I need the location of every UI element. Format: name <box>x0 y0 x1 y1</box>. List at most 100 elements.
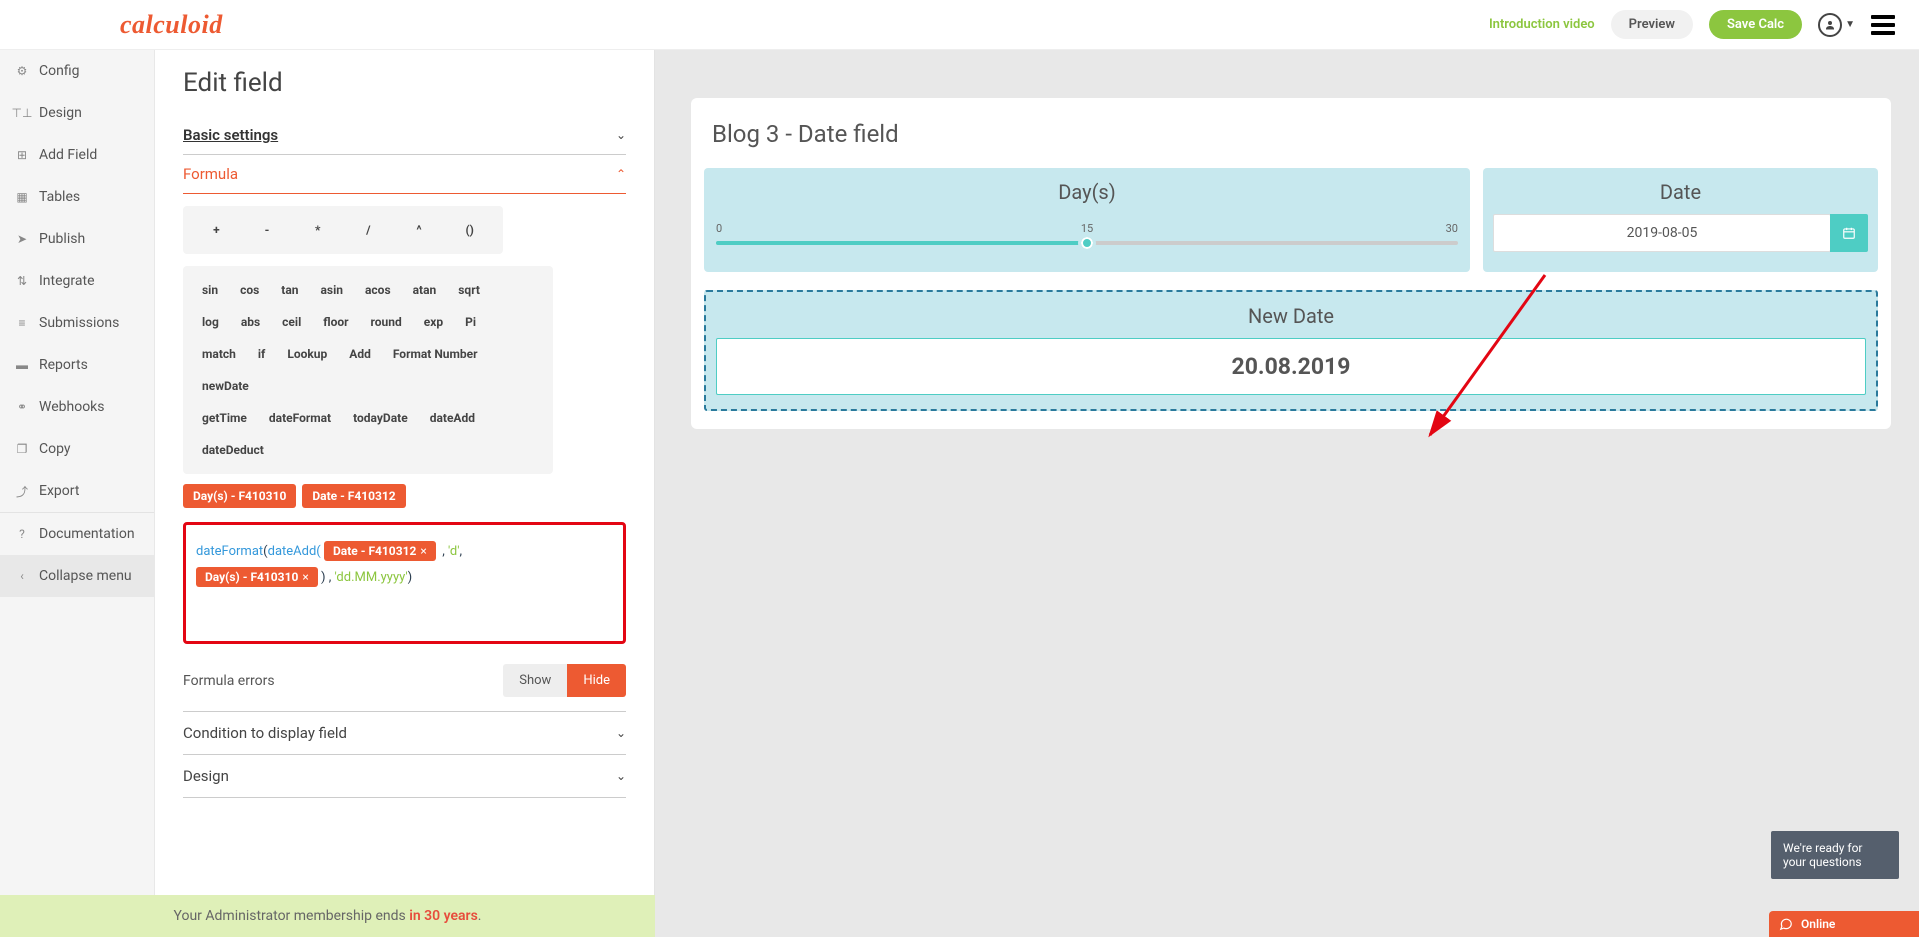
days-slider[interactable]: 0 15 30 <box>714 214 1460 245</box>
sidebar-item-webhooks[interactable]: ⚭ Webhooks <box>0 386 154 428</box>
avatar-icon <box>1818 13 1842 37</box>
sidebar-item-label: Copy <box>39 441 71 457</box>
sidebar-item-label: Webhooks <box>39 399 105 415</box>
content-area: Edit field Basic settings ⌄ Formula ⌃ + … <box>155 50 1919 937</box>
op-fn[interactable]: newDate <box>191 370 260 402</box>
menu-icon[interactable] <box>1871 15 1895 35</box>
field-tag-date[interactable]: Date - F410312 <box>302 484 405 508</box>
sidebar-item-config[interactable]: ⚙Config <box>0 50 154 92</box>
sidebar-item-submissions[interactable]: ≡Submissions <box>0 302 154 344</box>
op-fn[interactable]: ceil <box>271 306 312 338</box>
calc-title: Blog 3 - Date field <box>712 120 1878 148</box>
op-fn[interactable]: atan <box>402 274 448 306</box>
op-fn[interactable]: todayDate <box>342 402 419 434</box>
op-fn[interactable]: abs <box>230 306 271 338</box>
days-field: Day(s) 0 15 30 <box>704 168 1470 272</box>
sidebar-item-add-field[interactable]: ⊞Add Field <box>0 134 154 176</box>
operator-toolbox: + - * / ^ () <box>183 206 503 254</box>
op-fn[interactable]: dateDeduct <box>191 434 275 466</box>
op-plus[interactable]: + <box>191 214 242 246</box>
chat-widget[interactable]: Online <box>1769 911 1919 937</box>
new-date-field[interactable]: New Date 20.08.2019 <box>704 290 1878 411</box>
sidebar-item-label: Add Field <box>39 147 97 163</box>
sidebar-item-copy[interactable]: ❐ Copy <box>0 428 154 470</box>
formula-chip-days[interactable]: Day(s) - F410310× <box>196 567 318 587</box>
op-divide[interactable]: / <box>343 214 394 246</box>
sidebar-item-tables[interactable]: ▦Tables <box>0 176 154 218</box>
op-fn[interactable]: match <box>191 338 247 370</box>
app-logo[interactable]: calculoid <box>120 10 223 40</box>
show-errors-button[interactable]: Show <box>503 664 567 697</box>
op-power[interactable]: ^ <box>394 214 445 246</box>
op-fn[interactable]: Lookup <box>276 338 338 370</box>
export-icon: ⤴ <box>15 484 29 498</box>
op-fn[interactable]: tan <box>270 274 309 306</box>
intro-video-link[interactable]: Introduction video <box>1489 17 1595 32</box>
new-date-value: 20.08.2019 <box>716 338 1866 395</box>
op-fn[interactable]: Pi <box>454 306 487 338</box>
preview-button[interactable]: Preview <box>1611 10 1693 39</box>
chevron-down-icon: ⌄ <box>616 726 626 740</box>
sidebar-item-label: Tables <box>39 189 80 205</box>
op-fn[interactable]: sin <box>191 274 229 306</box>
sidebar-item-publish[interactable]: ➤Publish <box>0 218 154 260</box>
sidebar-item-integrate[interactable]: ⇅Integrate <box>0 260 154 302</box>
app-header: calculoid Introduction video Preview Sav… <box>0 0 1919 50</box>
function-toolbox: sin cos tan asin acos atan sqrt log abs … <box>183 266 553 474</box>
days-label: Day(s) <box>714 180 1460 204</box>
sidebar-item-export[interactable]: ⤴Export <box>0 470 154 512</box>
sidebar: ⚙Config ⊤⊥Design ⊞Add Field ▦Tables ➤Pub… <box>0 50 155 937</box>
copy-icon: ❐ <box>15 442 29 456</box>
formula-editor[interactable]: dateFormat(dateAdd( Date - F410312× , 'd… <box>183 522 626 644</box>
op-fn[interactable]: dateFormat <box>258 402 342 434</box>
section-condition[interactable]: Condition to display field ⌄ <box>183 711 626 755</box>
section-design[interactable]: Design ⌄ <box>183 755 626 798</box>
sidebar-item-documentation[interactable]: ?Documentation <box>0 512 154 555</box>
section-label: Condition to display field <box>183 724 347 742</box>
chevron-down-icon: ⌄ <box>616 128 626 142</box>
user-menu[interactable]: ▼ <box>1818 13 1855 37</box>
sidebar-item-design[interactable]: ⊤⊥Design <box>0 92 154 134</box>
remove-chip-icon[interactable]: × <box>420 544 426 558</box>
section-basic-settings[interactable]: Basic settings ⌄ <box>183 116 626 155</box>
webhook-icon: ⚭ <box>15 400 29 414</box>
errors-toggle: Show Hide <box>503 664 626 697</box>
op-fn[interactable]: if <box>247 338 276 370</box>
date-picker-button[interactable] <box>1830 214 1868 252</box>
op-fn[interactable]: round <box>360 306 413 338</box>
op-fn[interactable]: floor <box>312 306 359 338</box>
remove-chip-icon[interactable]: × <box>302 570 308 584</box>
hide-errors-button[interactable]: Hide <box>567 664 626 697</box>
op-minus[interactable]: - <box>242 214 293 246</box>
op-multiply[interactable]: * <box>292 214 343 246</box>
section-formula[interactable]: Formula ⌃ <box>183 155 626 194</box>
date-label: Date <box>1493 180 1868 204</box>
chart-icon: ▬ <box>15 358 29 372</box>
sidebar-item-collapse[interactable]: ‹Collapse menu <box>0 555 154 597</box>
op-fn[interactable]: dateAdd <box>419 402 486 434</box>
slider-max: 30 <box>1446 222 1458 235</box>
sidebar-item-label: Integrate <box>39 273 95 289</box>
chevron-up-icon: ⌃ <box>616 167 626 181</box>
op-fn[interactable]: sqrt <box>447 274 491 306</box>
date-input[interactable] <box>1493 214 1831 252</box>
op-fn[interactable]: cos <box>229 274 270 306</box>
op-parens[interactable]: () <box>444 214 495 246</box>
op-fn[interactable]: Add <box>338 338 382 370</box>
section-label: Design <box>183 767 229 785</box>
field-tag-days[interactable]: Day(s) - F410310 <box>183 484 296 508</box>
calculator-card: Blog 3 - Date field Day(s) 0 15 30 <box>691 98 1891 429</box>
op-fn[interactable]: Format Number <box>382 338 489 370</box>
op-fn[interactable]: exp <box>413 306 454 338</box>
op-fn[interactable]: asin <box>310 274 355 306</box>
slider-thumb[interactable] <box>1078 234 1096 252</box>
save-calc-button[interactable]: Save Calc <box>1709 10 1802 39</box>
op-fn[interactable]: acos <box>354 274 402 306</box>
formula-chip-date[interactable]: Date - F410312× <box>324 541 436 561</box>
chevron-down-icon: ⌄ <box>616 769 626 783</box>
sidebar-item-reports[interactable]: ▬Reports <box>0 344 154 386</box>
list-icon: ≡ <box>15 316 29 330</box>
errors-label: Formula errors <box>183 673 275 689</box>
op-fn[interactable]: getTime <box>191 402 258 434</box>
op-fn[interactable]: log <box>191 306 230 338</box>
